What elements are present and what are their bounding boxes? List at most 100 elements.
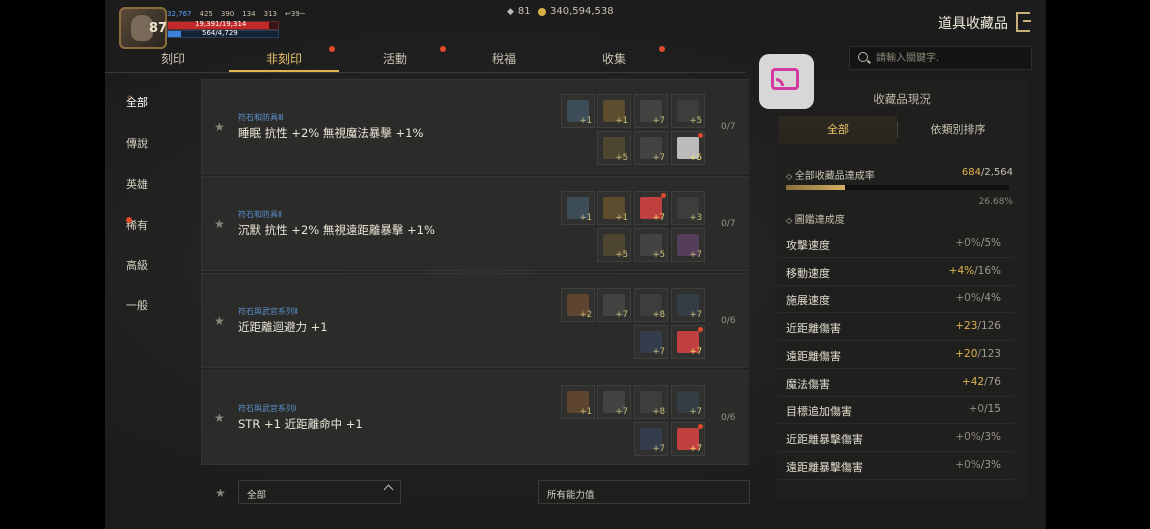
- item-slot[interactable]: +1: [561, 385, 595, 419]
- collection-subtitle: 符石和防具Ⅱ: [238, 210, 282, 219]
- stat-current: +0%: [955, 430, 981, 443]
- enhance-level: +5: [615, 250, 628, 260]
- category-heroic[interactable]: 英雄: [105, 173, 195, 195]
- item-slot[interactable]: +7: [634, 325, 668, 359]
- stat-max: /76: [984, 375, 1001, 388]
- item-slot[interactable]: +7: [634, 191, 668, 225]
- stat-max: /3%: [980, 458, 1001, 471]
- category-rare[interactable]: 稀有: [105, 214, 195, 236]
- book-label-text: 圖鑑達成度: [794, 215, 845, 226]
- item-slot[interactable]: +5: [634, 228, 668, 262]
- stat-name: 攻擊速度: [786, 239, 830, 252]
- collection-card[interactable]: ★ 符石與武官系列Ⅰ STR +1 近距離命中 +1 0/6 +1 +7 +8 +7 +7 +7: [201, 370, 749, 465]
- item-slot[interactable]: +7: [671, 385, 705, 419]
- stat-current: +4%: [948, 264, 975, 277]
- enhance-level: +1: [579, 116, 592, 126]
- enhance-level: +8: [652, 310, 665, 320]
- collection-progress: 0/6: [721, 413, 736, 423]
- category-label: 一般: [126, 299, 148, 312]
- achievement-total: /2,564: [981, 167, 1013, 178]
- ability-filter-dropdown[interactable]: 所有能力值: [538, 480, 750, 504]
- item-slot[interactable]: +1: [561, 191, 595, 225]
- item-slot[interactable]: +1: [597, 191, 631, 225]
- collection-effect: 近距離迴避力 +1: [238, 320, 328, 334]
- stat-value: +0%/3%: [955, 459, 1001, 471]
- item-slot[interactable]: +7: [634, 94, 668, 128]
- item-slot[interactable]: +5: [597, 131, 631, 165]
- stat-name: 目標追加傷害: [786, 405, 852, 419]
- cast-icon: [771, 68, 799, 90]
- item-slot[interactable]: +2: [561, 288, 595, 322]
- stat-current: +0%: [955, 458, 981, 471]
- stat-current: +0%: [955, 292, 981, 305]
- item-slot[interactable]: +7: [671, 288, 705, 322]
- screen-cast-button[interactable]: [759, 54, 814, 109]
- achievement-percent: 26.68%: [978, 197, 1013, 207]
- search-box[interactable]: [849, 46, 1032, 70]
- stat-max: /16%: [974, 264, 1001, 277]
- tab-collect[interactable]: 收集: [559, 44, 669, 72]
- stat-row: 攻擊速度 +0%/5%: [777, 230, 1015, 258]
- currency-gems: ◆ 81: [507, 6, 531, 17]
- notification-dot: [698, 327, 703, 332]
- item-slot[interactable]: +7: [597, 288, 631, 322]
- collection-card[interactable]: ★ 符石和防具Ⅲ 睡眠 抗性 +2% 無視魔法暴擊 +1% 0/7 +1 +1 +7 +5 +5…: [201, 79, 749, 174]
- item-slot[interactable]: +1: [561, 94, 595, 128]
- collection-subtitle: 符石與武官系列Ⅰ: [238, 404, 297, 413]
- tab-events[interactable]: 活動: [340, 44, 450, 72]
- category-normal[interactable]: 一般: [105, 294, 195, 316]
- diamond-bullet-icon: ◇: [786, 216, 795, 225]
- segment-sort-by-category[interactable]: 依類別排序: [899, 116, 1017, 144]
- stat-combat-power: 32,767: [167, 10, 192, 18]
- stat-name: 施展速度: [786, 294, 830, 308]
- item-slot[interactable]: +8: [634, 288, 668, 322]
- favorite-star-icon[interactable]: ★: [214, 217, 225, 231]
- collection-card[interactable]: ★ 符石和防具Ⅱ 沉默 抗性 +2% 無視遠距離暴擊 +1% 0/7 +1 +1 +7 +3 +…: [201, 176, 749, 271]
- stat-max: /3%: [980, 430, 1001, 443]
- favorite-star-icon[interactable]: ★: [214, 314, 225, 328]
- exit-icon[interactable]: [1016, 12, 1031, 32]
- item-slot[interactable]: +7: [597, 385, 631, 419]
- favorite-star-icon[interactable]: ★: [214, 411, 225, 425]
- tab-engraved[interactable]: 刻印: [118, 44, 228, 72]
- enhance-level: +7: [615, 407, 628, 417]
- enhance-level: +7: [652, 444, 665, 454]
- category-advanced[interactable]: 高級: [105, 254, 195, 276]
- item-slot[interactable]: +7: [671, 422, 705, 456]
- stat-row: 近距離傷害 +23/126: [777, 313, 1015, 342]
- category-label: 英雄: [126, 178, 148, 191]
- item-slot[interactable]: +7: [671, 325, 705, 359]
- tab-blessing[interactable]: 稅福: [449, 44, 559, 72]
- item-slot[interactable]: +7: [634, 422, 668, 456]
- item-slot[interactable]: +3: [671, 191, 705, 225]
- item-slot[interactable]: +5: [671, 94, 705, 128]
- panel-title: 收藏品現況: [873, 92, 931, 106]
- stat-current: +20: [955, 347, 978, 360]
- notification-dot: [440, 46, 446, 52]
- gem-count: 81: [517, 6, 531, 17]
- segment-all[interactable]: 全部: [779, 116, 897, 144]
- stat-name: 魔法傷害: [786, 377, 830, 391]
- grade-filter-dropdown[interactable]: 全部: [238, 480, 401, 504]
- collection-card[interactable]: ★ 符石與武官系列Ⅱ 近距離迴避力 +1 0/6 +2 +7 +8 +7 +7 +7: [201, 273, 749, 368]
- tab-non-engraved[interactable]: 非刻印: [229, 44, 339, 72]
- category-all[interactable]: ✧ 全部: [105, 91, 195, 113]
- notification-dot: [329, 46, 335, 52]
- notification-dot: [698, 424, 703, 429]
- item-slot[interactable]: +7: [671, 228, 705, 262]
- item-slot[interactable]: +8: [634, 385, 668, 419]
- favorite-filter-star-icon[interactable]: ★: [215, 486, 226, 500]
- collection-progress: 0/7: [721, 219, 736, 229]
- diamond-bullet-icon: ◇: [786, 172, 795, 181]
- stat-current: +0%: [955, 237, 981, 249]
- item-slot[interactable]: +5: [597, 228, 631, 262]
- enhance-level: +1: [579, 407, 592, 417]
- stat-current: +0: [968, 403, 985, 416]
- item-slot[interactable]: +7: [634, 131, 668, 165]
- favorite-star-icon[interactable]: ★: [214, 120, 225, 134]
- search-input[interactable]: [874, 49, 1028, 67]
- category-legendary[interactable]: 傳說: [105, 132, 195, 154]
- item-slot[interactable]: +1: [597, 94, 631, 128]
- item-slot[interactable]: +5: [671, 131, 705, 165]
- achievement-label-text: 全部收藏品達成率: [794, 171, 875, 182]
